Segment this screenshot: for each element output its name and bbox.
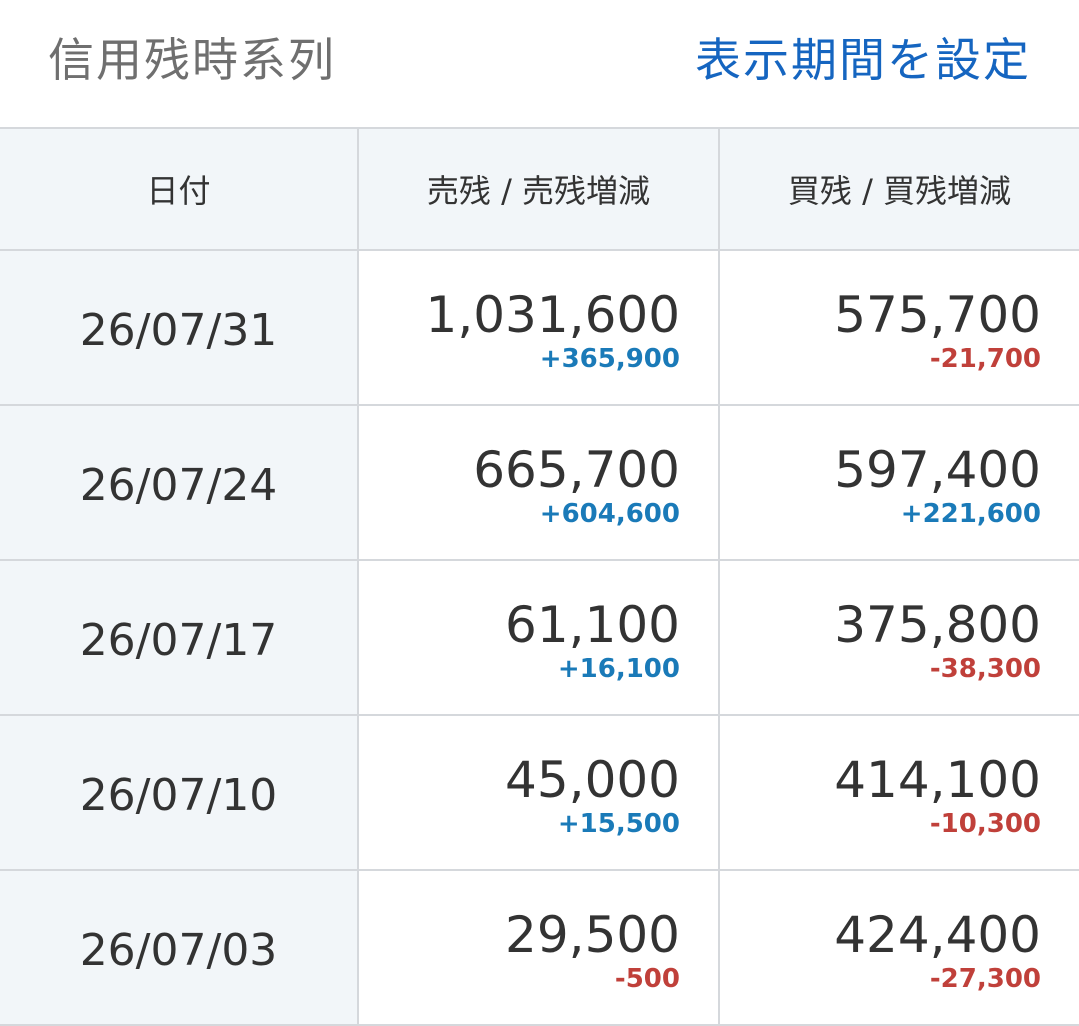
buy-balance-value: 575,700: [834, 286, 1041, 344]
buy-balance-change: -21,700: [929, 344, 1041, 374]
sell-balance-change: -500: [614, 964, 680, 994]
buy-balance-value: 424,400: [834, 906, 1041, 964]
sell-balance-value: 61,100: [505, 596, 680, 654]
table-row: 26/07/17 61,100 +16,100 375,800 -38,300: [0, 561, 1079, 716]
date-cell: 26/07/10: [0, 716, 357, 869]
buy-balance-cell: 424,400 -27,300: [720, 871, 1079, 1024]
table-row: 26/07/24 665,700 +604,600 597,400 +221,600: [0, 406, 1079, 561]
column-divider: [357, 871, 359, 1024]
buy-balance-cell: 414,100 -10,300: [720, 716, 1079, 869]
column-divider: [357, 129, 359, 249]
table-header-row: 日付 売残 / 売残増減 買残 / 買残増減: [0, 129, 1079, 251]
column-divider: [357, 716, 359, 869]
table-row: 26/07/31 1,031,600 +365,900 575,700 -21,700: [0, 251, 1079, 406]
column-divider: [718, 561, 720, 714]
buy-balance-change: +221,600: [900, 499, 1041, 529]
buy-balance-value: 375,800: [834, 596, 1041, 654]
sell-balance-value: 665,700: [473, 441, 680, 499]
margin-balance-table: 日付 売残 / 売残増減 買残 / 買残増減 26/07/31 1,031,600…: [0, 127, 1079, 1026]
section-title: 信用残時系列: [48, 33, 336, 87]
sell-balance-value: 1,031,600: [425, 286, 680, 344]
sell-balance-change: +16,100: [557, 654, 680, 684]
sell-balance-value: 45,000: [505, 751, 680, 809]
buy-balance-cell: 375,800 -38,300: [720, 561, 1079, 714]
column-divider: [357, 406, 359, 559]
buy-balance-change: -10,300: [929, 809, 1041, 839]
buy-balance-change: -27,300: [929, 964, 1041, 994]
column-divider: [357, 561, 359, 714]
sell-balance-cell: 29,500 -500: [359, 871, 718, 1024]
column-header-date: 日付: [146, 172, 211, 210]
column-divider: [718, 406, 720, 559]
section-header: 信用残時系列 表示期間を設定: [0, 0, 1079, 128]
sell-balance-cell: 61,100 +16,100: [359, 561, 718, 714]
buy-balance-value: 597,400: [834, 441, 1041, 499]
date-cell: 26/07/17: [0, 561, 357, 714]
sell-balance-cell: 45,000 +15,500: [359, 716, 718, 869]
column-header-buy: 買残 / 買残増減: [787, 172, 1012, 210]
sell-balance-change: +604,600: [539, 499, 680, 529]
column-divider: [718, 716, 720, 869]
table-row: 26/07/10 45,000 +15,500 414,100 -10,300: [0, 716, 1079, 871]
date-cell: 26/07/03: [0, 871, 357, 1024]
date-cell: 26/07/24: [0, 406, 357, 559]
sell-balance-value: 29,500: [505, 906, 680, 964]
sell-balance-change: +15,500: [557, 809, 680, 839]
column-divider: [718, 129, 720, 249]
sell-balance-change: +365,900: [539, 344, 680, 374]
date-cell: 26/07/31: [0, 251, 357, 404]
column-header-sell: 売残 / 売残増減: [426, 172, 651, 210]
column-divider: [357, 251, 359, 404]
table-body: 26/07/31 1,031,600 +365,900 575,700 -21,700 2…: [0, 251, 1079, 1026]
buy-balance-change: -38,300: [929, 654, 1041, 684]
column-divider: [718, 251, 720, 404]
buy-balance-cell: 597,400 +221,600: [720, 406, 1079, 559]
table-row: 26/07/03 29,500 -500 424,400 -27,300: [0, 871, 1079, 1026]
sell-balance-cell: 665,700 +604,600: [359, 406, 718, 559]
column-divider: [718, 871, 720, 1024]
buy-balance-value: 414,100: [834, 751, 1041, 809]
set-period-link[interactable]: 表示期間を設定: [695, 30, 1031, 90]
sell-balance-cell: 1,031,600 +365,900: [359, 251, 718, 404]
buy-balance-cell: 575,700 -21,700: [720, 251, 1079, 404]
